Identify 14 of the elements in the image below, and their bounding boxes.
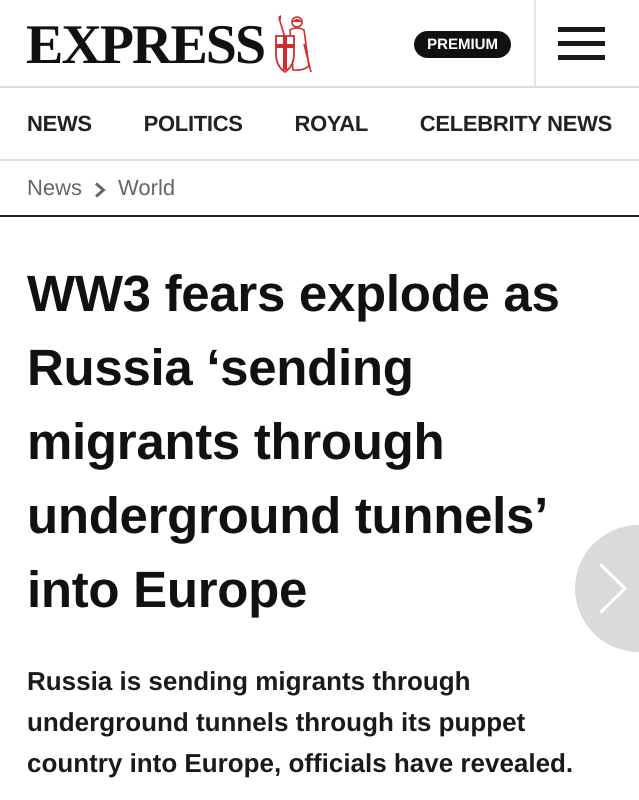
nav-link[interactable]: POLITICS — [144, 110, 243, 136]
chevron-right-icon — [94, 182, 106, 198]
article-headline: WW3 fears explode as Russia ‘sending migrants through underground tunnels’ into Europe — [27, 264, 561, 620]
nav-link[interactable]: CELEBRITY NEWS — [420, 110, 612, 136]
knight-emblem-icon — [273, 14, 314, 74]
nav-link[interactable]: ROYAL — [294, 110, 368, 136]
breadcrumb-link[interactable]: World — [118, 175, 176, 201]
breadcrumb-link[interactable]: News — [27, 175, 82, 201]
premium-button[interactable]: PREMIUM — [414, 30, 511, 58]
express-logo[interactable]: EXPRESS — [26, 17, 264, 73]
article-standfirst: Russia is sending migrants through underground tunnels through its puppet country into Europe, officials have revealed. — [27, 665, 574, 780]
menu-icon[interactable] — [558, 26, 605, 60]
chevron-right-icon — [599, 563, 627, 614]
nav-link[interactable]: NEWS — [27, 110, 92, 136]
